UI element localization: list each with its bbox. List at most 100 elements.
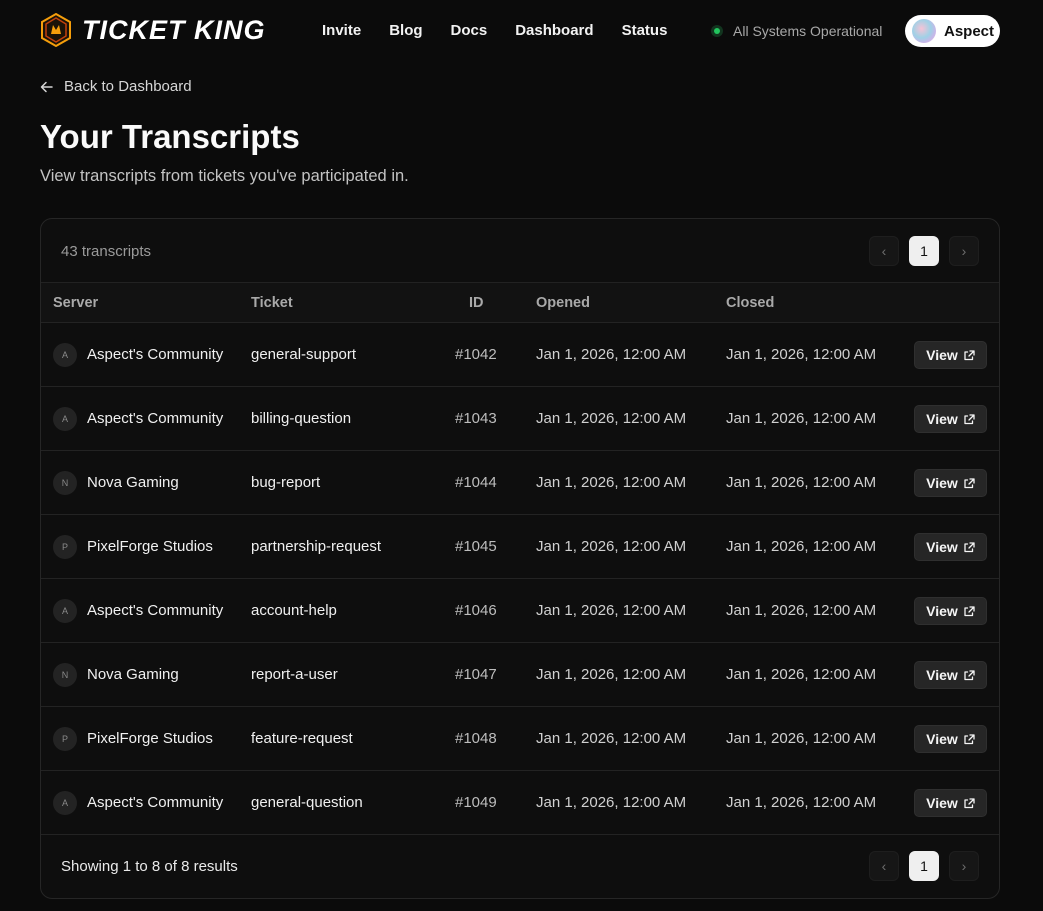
transcript-count: 43 transcripts xyxy=(61,243,152,260)
opened-date: Jan 1, 2026, 12:00 AM xyxy=(536,410,687,427)
external-link-icon xyxy=(964,605,975,616)
nav-invite[interactable]: Invite xyxy=(322,22,361,39)
closed-date: Jan 1, 2026, 12:00 AM xyxy=(726,730,877,747)
view-button-label: View xyxy=(926,603,958,619)
external-link-icon xyxy=(964,541,975,552)
nav-dashboard[interactable]: Dashboard xyxy=(515,22,593,39)
external-link-icon xyxy=(964,733,975,744)
brand-name: TICKET KING xyxy=(82,14,266,45)
status-text: All Systems Operational xyxy=(733,23,883,39)
transcripts-card: 43 transcripts ‹ 1 › Server Ticket ID Op… xyxy=(40,218,1000,899)
pagination-top: ‹ 1 › xyxy=(869,236,979,266)
page-1-button[interactable]: 1 xyxy=(909,851,939,881)
view-button-label: View xyxy=(926,347,958,363)
view-transcript-button[interactable]: View xyxy=(914,661,987,689)
server-avatar: P xyxy=(53,535,77,559)
server-name: Aspect's Community xyxy=(87,410,224,427)
table-header: Server Ticket ID Opened Closed xyxy=(41,283,999,323)
server-name: Nova Gaming xyxy=(87,666,179,683)
prev-page-button[interactable]: ‹ xyxy=(869,236,899,266)
external-link-icon xyxy=(964,797,975,808)
view-transcript-button[interactable]: View xyxy=(914,405,987,433)
view-button-label: View xyxy=(926,411,958,427)
ticket-id: #1047 xyxy=(455,666,497,683)
server-name: Aspect's Community xyxy=(87,794,224,811)
table-row: A Aspect's Community general-support #1042 J… xyxy=(41,323,999,387)
back-link-label: Back to Dashboard xyxy=(64,78,192,95)
closed-date: Jan 1, 2026, 12:00 AM xyxy=(726,538,877,555)
opened-date: Jan 1, 2026, 12:00 AM xyxy=(536,346,687,363)
ticket-id: #1049 xyxy=(455,794,497,811)
back-to-dashboard-link[interactable]: Back to Dashboard xyxy=(40,78,192,95)
pagination-bottom: ‹ 1 › xyxy=(869,851,979,881)
card-toolbar: 43 transcripts ‹ 1 › xyxy=(41,219,999,283)
crown-logo-icon xyxy=(41,13,71,47)
ticket-name: feature-request xyxy=(251,730,353,747)
external-link-icon xyxy=(964,669,975,680)
view-transcript-button[interactable]: View xyxy=(914,341,987,369)
ticket-name: account-help xyxy=(251,602,337,619)
server-avatar: N xyxy=(53,663,77,687)
table-row: A Aspect's Community general-question #1049… xyxy=(41,771,999,835)
next-page-button[interactable]: › xyxy=(949,236,979,266)
server-avatar: P xyxy=(53,727,77,751)
table-row: A Aspect's Community account-help #1046 Jan … xyxy=(41,579,999,643)
card-footer: Showing 1 to 8 of 8 results ‹ 1 › xyxy=(41,834,999,898)
server-avatar: A xyxy=(53,343,77,367)
ticket-id: #1045 xyxy=(455,538,497,555)
view-button-label: View xyxy=(926,731,958,747)
table-row: P PixelForge Studios partnership-request #1… xyxy=(41,515,999,579)
view-button-label: View xyxy=(926,475,958,491)
page-subtitle: View transcripts from tickets you've par… xyxy=(40,167,409,185)
user-menu-button[interactable]: Aspect xyxy=(905,15,1000,47)
page-1-button[interactable]: 1 xyxy=(909,236,939,266)
top-navbar: TICKET KING Invite Blog Docs Dashboard S… xyxy=(0,0,1043,62)
user-avatar xyxy=(912,19,936,43)
column-header-server: Server xyxy=(53,295,99,311)
closed-date: Jan 1, 2026, 12:00 AM xyxy=(726,666,877,683)
closed-date: Jan 1, 2026, 12:00 AM xyxy=(726,410,877,427)
view-transcript-button[interactable]: View xyxy=(914,533,987,561)
user-name: Aspect xyxy=(944,22,995,40)
system-status[interactable]: All Systems Operational xyxy=(711,23,882,39)
brand-logo[interactable]: TICKET KING xyxy=(40,13,266,47)
server-name: PixelForge Studios xyxy=(87,730,213,747)
closed-date: Jan 1, 2026, 12:00 AM xyxy=(726,346,877,363)
server-avatar: A xyxy=(53,599,77,623)
ticket-id: #1048 xyxy=(455,730,497,747)
external-link-icon xyxy=(964,477,975,488)
status-indicator-icon xyxy=(711,25,723,37)
closed-date: Jan 1, 2026, 12:00 AM xyxy=(726,474,877,491)
ticket-name: billing-question xyxy=(251,410,352,427)
column-header-closed: Closed xyxy=(726,295,775,311)
opened-date: Jan 1, 2026, 12:00 AM xyxy=(536,730,687,747)
server-name: Aspect's Community xyxy=(87,602,224,619)
nav-blog[interactable]: Blog xyxy=(389,22,422,39)
opened-date: Jan 1, 2026, 12:00 AM xyxy=(536,474,687,491)
ticket-name: report-a-user xyxy=(251,666,338,683)
closed-date: Jan 1, 2026, 12:00 AM xyxy=(726,602,877,619)
opened-date: Jan 1, 2026, 12:00 AM xyxy=(536,794,687,811)
ticket-name: bug-report xyxy=(251,474,321,491)
opened-date: Jan 1, 2026, 12:00 AM xyxy=(536,538,687,555)
view-transcript-button[interactable]: View xyxy=(914,789,987,817)
column-header-ticket: Ticket xyxy=(251,295,293,311)
prev-page-button[interactable]: ‹ xyxy=(869,851,899,881)
table-row: A Aspect's Community billing-question #1043… xyxy=(41,387,999,451)
external-link-icon xyxy=(964,413,975,424)
view-transcript-button[interactable]: View xyxy=(914,725,987,753)
view-transcript-button[interactable]: View xyxy=(914,469,987,497)
ticket-name: general-question xyxy=(251,794,363,811)
page-title: Your Transcripts xyxy=(40,118,300,155)
server-name: PixelForge Studios xyxy=(87,538,213,555)
next-page-button[interactable]: › xyxy=(949,851,979,881)
column-header-id: ID xyxy=(469,295,484,311)
table-body: A Aspect's Community general-support #1042 J… xyxy=(41,323,999,835)
view-transcript-button[interactable]: View xyxy=(914,597,987,625)
server-name: Nova Gaming xyxy=(87,474,179,491)
nav-docs[interactable]: Docs xyxy=(451,22,488,39)
nav-status[interactable]: Status xyxy=(622,22,668,39)
server-avatar: A xyxy=(53,407,77,431)
ticket-id: #1046 xyxy=(455,602,497,619)
arrow-left-icon xyxy=(40,81,53,92)
